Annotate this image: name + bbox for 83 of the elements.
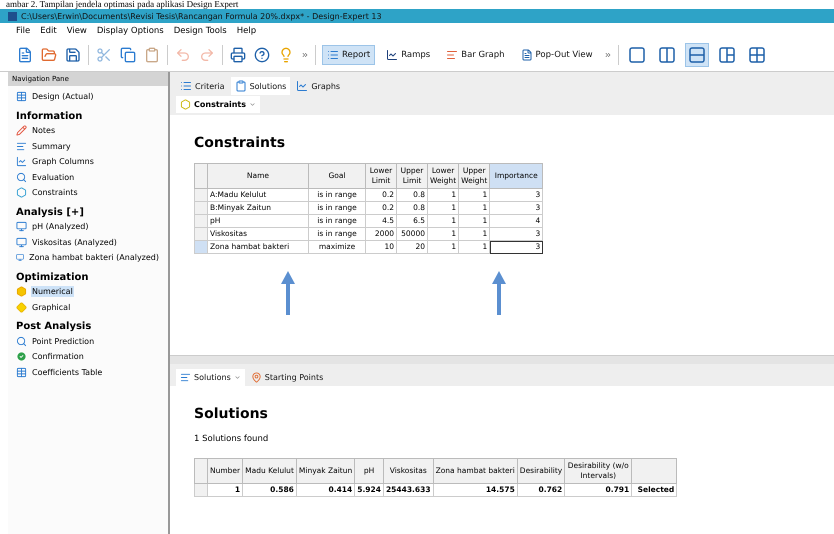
layout-icon (748, 47, 765, 63)
column-header (632, 458, 677, 484)
redo-button[interactable] (198, 46, 216, 64)
graph-icon (16, 156, 27, 167)
save-button[interactable] (64, 46, 82, 64)
overflow-icon[interactable] (604, 51, 612, 59)
menu-item[interactable]: Design Tools (174, 26, 227, 36)
nav-item[interactable]: Numerical (31, 286, 74, 297)
result-count: 1 Solutions found (194, 434, 268, 444)
table-icon (16, 366, 27, 378)
view-button[interactable]: Report (322, 45, 376, 65)
section-heading: Information (16, 110, 84, 122)
nav-item[interactable]: Graph Columns (31, 156, 95, 167)
nav-item[interactable]: Graphical (31, 302, 72, 312)
view-button[interactable]: Bar Graph (441, 45, 510, 65)
folder-button[interactable] (40, 46, 58, 64)
view-button[interactable]: Ramps (381, 45, 436, 65)
section-heading: Post Analysis (16, 321, 92, 332)
nav-item[interactable]: pH (Analyzed) (31, 221, 90, 232)
nav-item[interactable]: Confirmation (31, 351, 85, 362)
menu-item[interactable]: View (66, 26, 87, 36)
clipboard-button[interactable] (143, 46, 161, 64)
monitor-icon (16, 252, 24, 263)
copy-button[interactable] (119, 46, 137, 64)
nav-item[interactable]: Design (Actual) (31, 91, 94, 102)
search-icon (16, 172, 27, 182)
search-icon (16, 336, 27, 346)
figure-caption: ambar 2. Tampilan jendela optimasi pada aplikasi Design Expert (5, 0, 240, 9)
caret-icon[interactable] (234, 374, 241, 381)
caret-icon[interactable] (249, 101, 256, 108)
map-pin-icon (250, 372, 262, 383)
pencil-icon (16, 125, 27, 136)
menu-item[interactable]: File (16, 26, 30, 36)
layout-icon (718, 47, 735, 63)
layout-icon (658, 47, 675, 63)
window-icon (520, 49, 533, 61)
lines-icon (16, 140, 27, 152)
view-button[interactable]: Pop-Out View (516, 45, 598, 65)
help-button[interactable] (253, 46, 271, 64)
table-icon (16, 91, 27, 102)
undo-button[interactable] (174, 46, 192, 64)
section-heading: Analysis [+] (16, 206, 85, 218)
nav-item[interactable]: Viskositas (Analyzed) (31, 236, 118, 248)
graph-icon (296, 80, 308, 92)
printer-button[interactable] (229, 46, 247, 64)
nav-item[interactable]: Evaluation (31, 172, 76, 182)
bar-graph-icon (446, 49, 458, 61)
layout-icon (688, 47, 705, 63)
scissors-button[interactable] (95, 46, 113, 64)
app-icon (8, 12, 17, 20)
monitor-icon (16, 236, 27, 248)
section-heading: Optimization (16, 272, 90, 282)
row-header[interactable] (194, 188, 208, 202)
document-button[interactable] (16, 46, 34, 64)
tab[interactable]: Solutions (176, 369, 245, 386)
menu-item[interactable]: Edit (40, 26, 57, 36)
diamond-icon (16, 302, 27, 312)
subtab[interactable]: Constraints (176, 96, 260, 113)
menu-item[interactable]: Display Options (96, 26, 164, 36)
dotted-hexagon-icon (180, 99, 191, 110)
lines-icon (180, 372, 191, 383)
layout-button[interactable] (684, 43, 709, 67)
nav-item[interactable]: Point Prediction (31, 336, 96, 346)
layout-icon (628, 47, 645, 63)
check-icon (16, 351, 27, 362)
hexagon-icon (16, 286, 27, 297)
nav-item[interactable]: Zona hambat bakteri (Analyzed) (28, 252, 160, 263)
nav-item[interactable]: Coefficients Table (31, 366, 104, 378)
section-heading: Solutions (194, 406, 268, 422)
monitor-icon (16, 221, 27, 232)
overflow-icon[interactable] (301, 51, 309, 59)
window-title: C:\Users\Erwin\Documents\Revisi Tesis\Rancangan Formula 20%.dxpx* - Design-Expert 13 (21, 12, 382, 20)
nav-item[interactable]: Summary (31, 140, 72, 152)
up-arrow (280, 270, 296, 316)
outline-shape-icon (16, 187, 27, 198)
clipboard-icon (234, 80, 247, 92)
nav-item[interactable]: Notes (31, 125, 56, 136)
up-arrow (491, 270, 507, 316)
section-heading: Constraints (194, 135, 286, 151)
tab[interactable]: Solutions (230, 77, 290, 95)
nav-item[interactable]: Constraints (31, 187, 79, 198)
menu-item[interactable]: Help (236, 26, 256, 36)
ramp-icon (386, 49, 398, 61)
